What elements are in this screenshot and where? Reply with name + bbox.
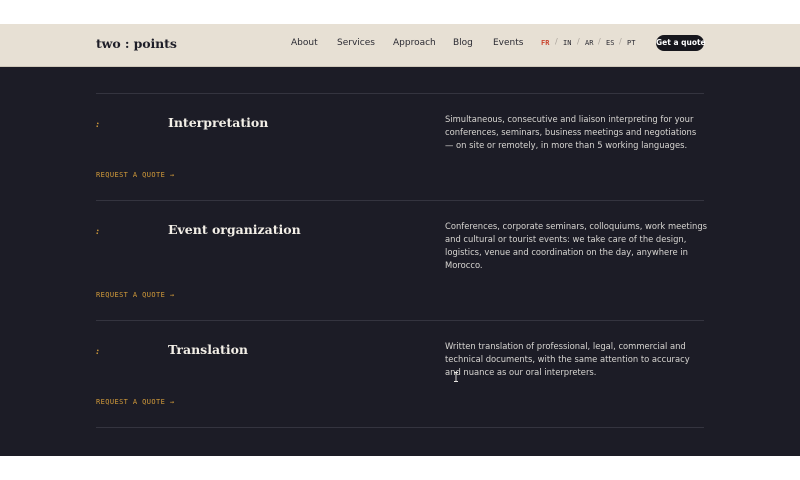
lang-separator: / xyxy=(555,37,558,46)
service-marker: : xyxy=(95,119,101,130)
request-quote-link[interactable]: REQUEST A QUOTE → xyxy=(96,171,174,179)
request-quote-link[interactable]: REQUEST A QUOTE → xyxy=(96,291,174,299)
site-header: two : points About Services Approach Blo… xyxy=(0,24,800,67)
nav-blog[interactable]: Blog xyxy=(453,38,473,48)
nav-approach[interactable]: Approach xyxy=(393,38,436,48)
lang-ar[interactable]: AR xyxy=(585,39,593,47)
lang-separator: / xyxy=(619,37,622,46)
divider xyxy=(96,320,704,321)
lang-pt[interactable]: PT xyxy=(627,39,635,47)
service-title: Event organization xyxy=(168,222,301,237)
logo[interactable]: two : points xyxy=(96,36,177,51)
request-quote-link[interactable]: REQUEST A QUOTE → xyxy=(96,398,174,406)
lang-separator: / xyxy=(598,37,601,46)
lang-in[interactable]: IN xyxy=(563,39,571,47)
nav-about[interactable]: About xyxy=(291,38,318,48)
lang-fr[interactable]: FR xyxy=(541,39,549,47)
get-quote-button[interactable]: Get a quote xyxy=(656,35,706,51)
service-description: Simultaneous, consecutive and liaison in… xyxy=(445,114,697,150)
logo-word-points: points xyxy=(133,36,177,51)
logo-colon: : xyxy=(124,36,130,51)
divider xyxy=(96,427,704,428)
nav-services[interactable]: Services xyxy=(337,38,375,48)
lang-es[interactable]: ES xyxy=(606,39,614,47)
service-title: Translation xyxy=(168,342,248,357)
service-marker: : xyxy=(95,226,101,237)
service-marker: : xyxy=(95,346,101,357)
services-section: : Interpretation Simultaneous, consecuti… xyxy=(0,67,800,456)
service-description: Conferences, corporate seminars, colloqu… xyxy=(445,221,708,270)
service-title: Interpretation xyxy=(168,115,269,130)
divider xyxy=(96,200,704,201)
text-cursor-icon xyxy=(454,372,458,382)
service-description: Written translation of professional, leg… xyxy=(445,341,690,377)
nav-events[interactable]: Events xyxy=(493,38,523,48)
divider xyxy=(96,93,704,94)
lang-separator: / xyxy=(577,37,580,46)
logo-word-two: two xyxy=(96,36,121,51)
